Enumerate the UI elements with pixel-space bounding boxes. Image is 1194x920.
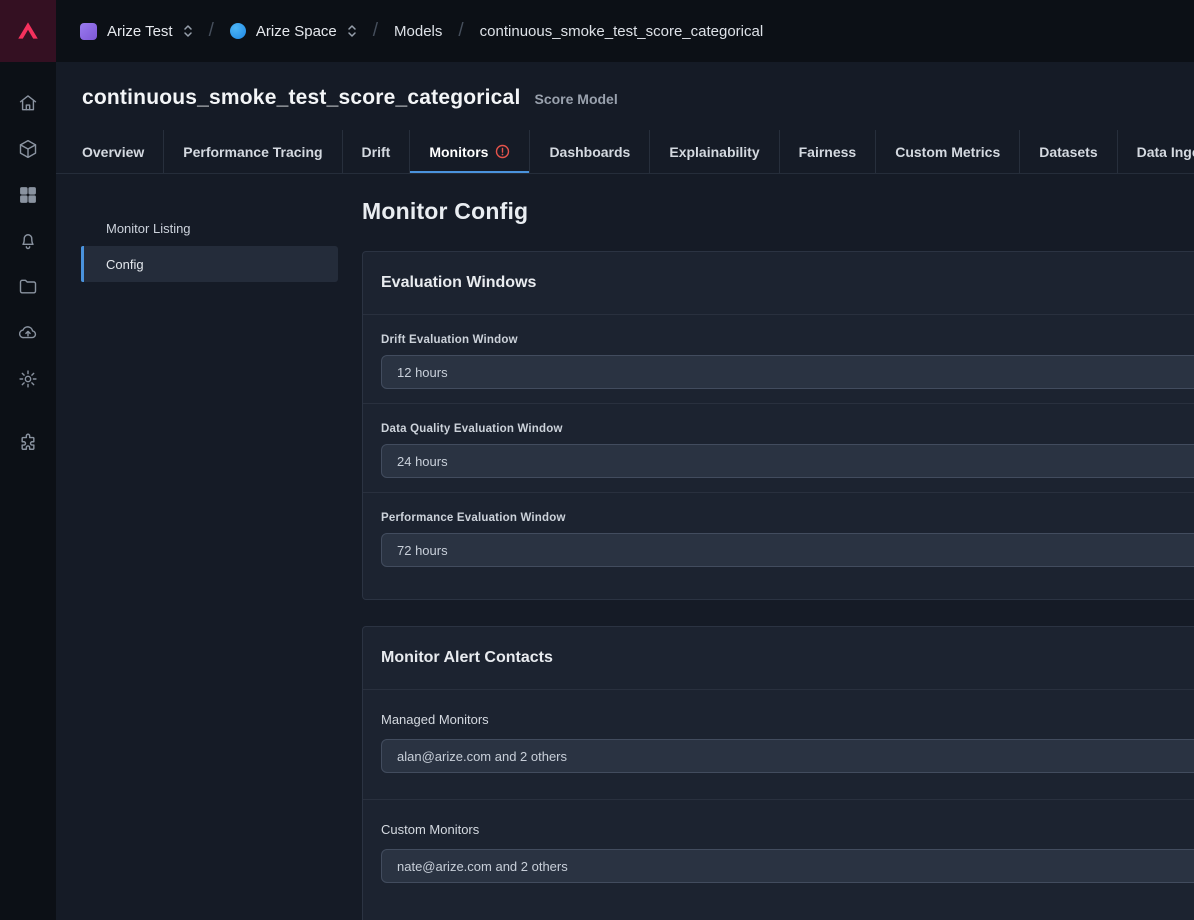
card-title: Evaluation Windows — [363, 252, 1194, 315]
org-icon — [80, 22, 97, 40]
main-panel: Monitor Config Evaluation Windows Drift … — [362, 174, 1194, 920]
tab-data-ingestion[interactable]: Data Ingestion — [1116, 130, 1194, 173]
tab-label: Monitors — [429, 143, 489, 160]
subnav-item-config[interactable]: Config — [81, 246, 338, 282]
drift-eval-window-input[interactable] — [381, 355, 1194, 389]
field-custom-monitors: Custom Monitors — [363, 799, 1194, 909]
tab-explainability[interactable]: Explainability — [649, 130, 778, 173]
managed-monitors-contacts-input[interactable] — [381, 739, 1194, 773]
field-label: Managed Monitors — [381, 712, 489, 727]
models-cube-icon[interactable] — [17, 138, 39, 160]
dashboards-grid-icon[interactable] — [17, 184, 39, 206]
field-label: Performance Evaluation Window — [381, 512, 566, 524]
breadcrumb: Arize Test / Arize Space / Models / cont… — [80, 20, 763, 42]
alerts-bell-icon[interactable] — [17, 230, 39, 252]
sidebar — [0, 62, 56, 920]
subnav-item-label: Monitor Listing — [106, 220, 191, 236]
warning-circle-icon — [496, 144, 510, 159]
tab-datasets[interactable]: Datasets — [1019, 130, 1116, 173]
tab-dashboards[interactable]: Dashboards — [529, 130, 649, 173]
breadcrumb-models[interactable]: Models — [394, 23, 442, 40]
space-name: Arize Space — [255, 22, 337, 40]
model-type-badge: Score Model — [534, 91, 618, 107]
topbar: Arize Test / Arize Space / Models / cont… — [0, 0, 1194, 62]
settings-gear-icon[interactable] — [17, 368, 39, 390]
space-icon — [229, 23, 246, 39]
tab-label: Overview — [82, 143, 145, 160]
body-row: Monitor Listing Config Monitor Config Ev… — [56, 174, 1194, 920]
monitor-alert-contacts-card: Monitor Alert Contacts Managed Monitors … — [362, 626, 1194, 920]
monitor-config-title: Monitor Config — [362, 198, 529, 224]
performance-eval-window-input[interactable] — [381, 533, 1194, 567]
breadcrumb-model-name: continuous_smoke_test_score_categorical — [479, 22, 764, 40]
tab-label: Dashboards — [549, 143, 631, 160]
org-selector[interactable]: Arize Test — [80, 22, 193, 40]
tab-drift[interactable]: Drift — [341, 130, 410, 173]
home-icon[interactable] — [17, 92, 39, 114]
field-performance-eval-window: Performance Evaluation Window — [363, 492, 1194, 581]
tab-label: Explainability — [669, 143, 760, 160]
tab-label: Custom Metrics — [895, 143, 1001, 160]
tab-monitors[interactable]: Monitors — [409, 130, 530, 173]
arize-logo[interactable] — [0, 0, 56, 62]
space-selector[interactable]: Arize Space — [229, 22, 357, 40]
data-quality-eval-window-input[interactable] — [381, 444, 1194, 478]
tab-performance-tracing[interactable]: Performance Tracing — [163, 130, 341, 173]
tab-bar: Overview Performance Tracing Drift Monit… — [56, 130, 1194, 174]
org-name: Arize Test — [107, 22, 173, 40]
tab-label: Drift — [361, 143, 391, 160]
tab-label: Data Ingestion — [1136, 143, 1194, 160]
field-label: Data Quality Evaluation Window — [381, 423, 563, 435]
field-label: Custom Monitors — [381, 822, 480, 837]
breadcrumb-separator: / — [372, 20, 379, 41]
integrations-puzzle-icon[interactable] — [17, 432, 39, 454]
custom-monitors-contacts-input[interactable] — [381, 849, 1194, 883]
monitor-subnav: Monitor Listing Config — [56, 174, 362, 920]
breadcrumb-separator: / — [458, 20, 464, 41]
subnav-item-label: Config — [106, 256, 144, 272]
tab-label: Fairness — [798, 143, 857, 160]
breadcrumb-separator: / — [208, 20, 214, 41]
upload-cloud-icon[interactable] — [17, 322, 39, 344]
subnav-item-monitor-listing[interactable]: Monitor Listing — [81, 210, 338, 246]
model-header: continuous_smoke_test_score_categorical … — [56, 62, 1194, 174]
chevron-updown-icon — [183, 25, 192, 37]
evaluation-windows-card: Evaluation Windows Drift Evaluation Wind… — [362, 251, 1194, 600]
field-data-quality-eval-window: Data Quality Evaluation Window — [363, 403, 1194, 492]
tab-custom-metrics[interactable]: Custom Metrics — [875, 130, 1019, 173]
projects-folder-icon[interactable] — [17, 276, 39, 298]
field-label: Drift Evaluation Window — [381, 334, 518, 346]
field-drift-eval-window: Drift Evaluation Window — [363, 315, 1194, 403]
tab-label: Datasets — [1039, 143, 1098, 160]
page-title: continuous_smoke_test_score_categorical — [82, 86, 521, 109]
tab-overview[interactable]: Overview — [82, 130, 163, 173]
chevron-updown-icon — [348, 25, 356, 37]
tab-fairness[interactable]: Fairness — [778, 130, 876, 173]
arize-logo-icon — [18, 22, 38, 39]
tab-label: Performance Tracing — [183, 143, 323, 160]
field-managed-monitors: Managed Monitors — [363, 690, 1194, 799]
content: continuous_smoke_test_score_categorical … — [56, 62, 1194, 920]
card-title: Monitor Alert Contacts — [363, 627, 1194, 690]
